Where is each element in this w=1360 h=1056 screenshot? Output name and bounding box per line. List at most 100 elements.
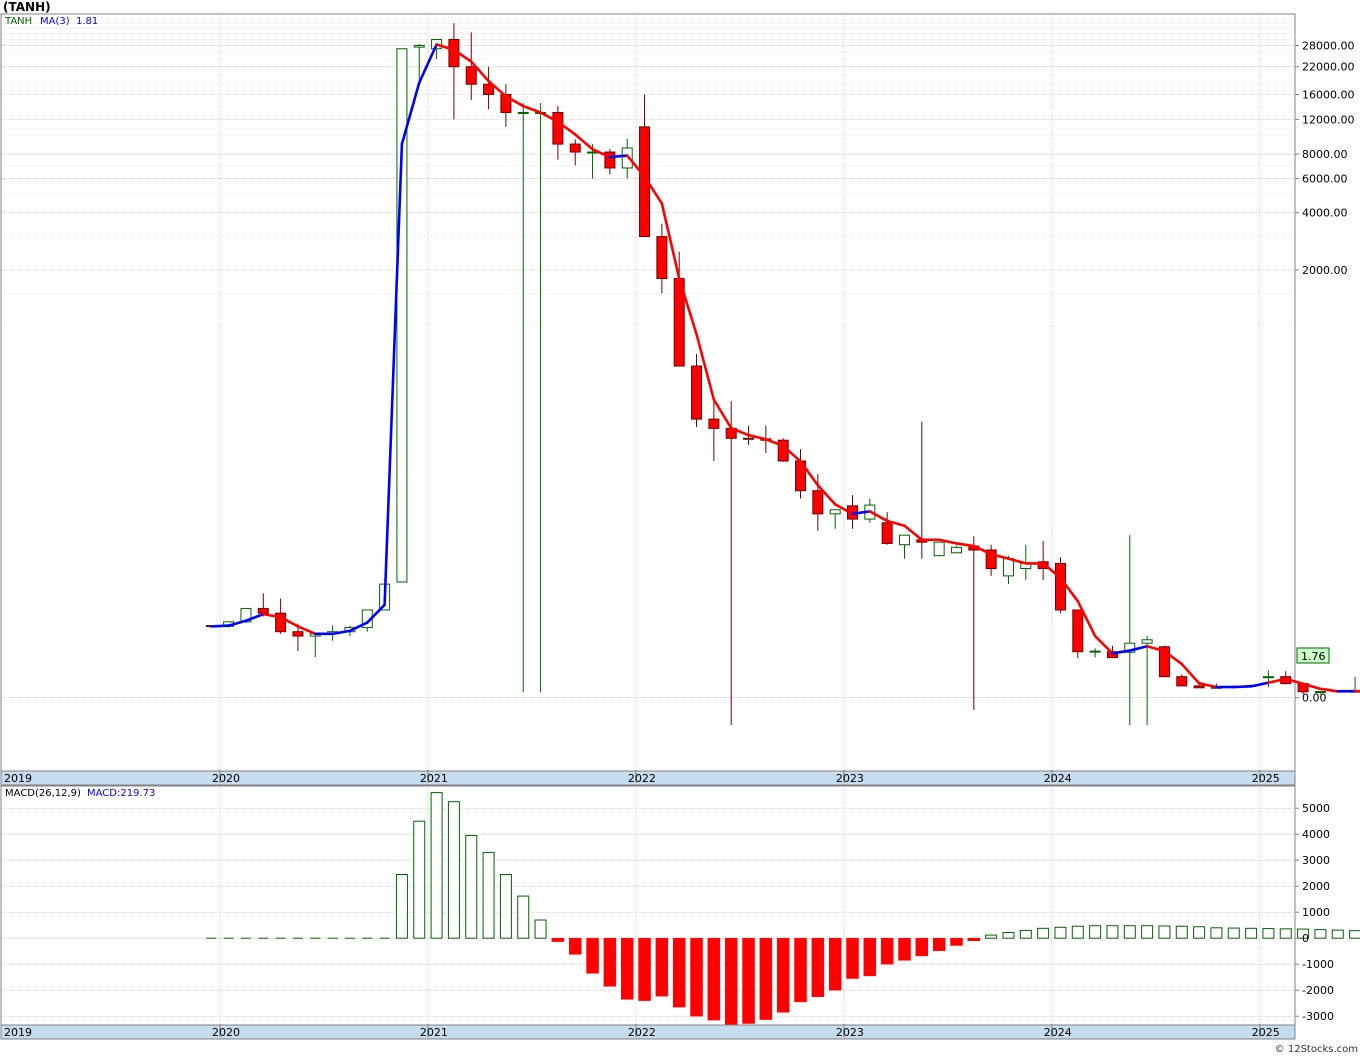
macd-bar [985, 934, 998, 939]
macd-bar [1262, 928, 1275, 939]
macd-bar [1054, 926, 1067, 939]
macd-bar [430, 792, 443, 939]
macd-bar [1106, 925, 1119, 939]
macd-bar [395, 874, 408, 939]
candle-body [292, 631, 304, 637]
candle-body [743, 437, 755, 440]
macd-bar [707, 937, 721, 1021]
price-tick-label: 6000.00 [1302, 173, 1348, 186]
macd-bar [950, 937, 963, 946]
candle-body [1141, 639, 1153, 644]
macd-tick-label: -3000 [1302, 1010, 1334, 1023]
price-tick-label: 0.00 [1302, 692, 1327, 705]
macd-tick-label: 0 [1302, 932, 1309, 945]
candle-body [413, 45, 425, 48]
candle-body [656, 236, 668, 280]
macd-bar [551, 937, 565, 942]
candle-body [1072, 609, 1084, 653]
ma-value: 1.81 [76, 16, 98, 27]
macd-bar [846, 937, 859, 979]
macd-bar [1089, 925, 1102, 939]
ma-segment [1232, 685, 1253, 689]
macd-bar [794, 937, 807, 1003]
macd-bar [620, 937, 634, 1000]
year-label: 2021 [420, 1026, 448, 1039]
candle-body [829, 509, 841, 515]
macd-bar [1331, 929, 1344, 939]
macd-label: MACD(26,12,9) [5, 788, 81, 799]
candle-body [881, 522, 893, 544]
candle-body [569, 143, 581, 153]
macd-bar [880, 937, 894, 965]
macd-bar [447, 801, 460, 939]
macd-bar [1071, 925, 1084, 939]
macd-bar [499, 874, 512, 939]
candle-body [552, 111, 564, 145]
candle-body [465, 66, 477, 85]
candle-body [1262, 676, 1274, 679]
candle-body [1193, 685, 1205, 689]
macd-bar [534, 919, 547, 939]
watermark: © 12Stocks.com [1275, 1044, 1358, 1055]
macd-bar [1002, 931, 1015, 939]
macd-tick-label: 5000 [1302, 802, 1330, 815]
year-label: 2022 [628, 772, 656, 785]
macd-bar [603, 937, 617, 987]
macd-tick-label: 1000 [1302, 906, 1330, 919]
macd-bar [465, 835, 478, 939]
macd-bar [932, 937, 946, 951]
macd-bar [672, 937, 686, 1008]
candle-body [691, 365, 703, 420]
year-label: 2022 [628, 1026, 656, 1039]
year-label: 2019 [4, 1026, 32, 1039]
candle-body [257, 607, 269, 614]
candle-body [1089, 650, 1101, 653]
price-tick-label: 28000.00 [1302, 40, 1355, 53]
year-label: 2024 [1044, 1026, 1072, 1039]
year-label: 2024 [1044, 772, 1072, 785]
macd-tick-label: 3000 [1302, 854, 1330, 867]
last-price-label: 1.76 [1301, 650, 1326, 663]
candle-body [1002, 558, 1014, 577]
year-label: 2025 [1252, 1026, 1280, 1039]
macd-tick-label: 2000 [1302, 880, 1330, 893]
macd-bar [724, 937, 738, 1026]
macd-bar [1210, 927, 1223, 939]
macd-bar [690, 937, 703, 1017]
ma-label: MA(3) [40, 16, 70, 27]
macd-bar [638, 937, 651, 1001]
price-y-axis: 28000.00 22000.00 16000.00 12000.00 8000.00 6… [1295, 40, 1355, 705]
macd-bar [915, 937, 929, 957]
year-label: 2021 [420, 772, 448, 785]
macd-y-axis: 5000 4000 3000 2000 1000 0 -1000 -2000 -3000 [1295, 802, 1334, 1023]
macd-bar [568, 937, 582, 955]
macd-bar [517, 895, 530, 939]
macd-bar [811, 937, 825, 997]
year-label: 2023 [836, 1026, 864, 1039]
macd-bar [1279, 928, 1292, 939]
macd-bar [828, 937, 842, 991]
price-tick-label: 8000.00 [1302, 148, 1348, 161]
year-label: 2020 [212, 772, 240, 785]
macd-bar [413, 820, 426, 939]
candle-body [898, 534, 910, 546]
candle-body [1176, 676, 1188, 687]
candle-body [933, 541, 945, 557]
price-tick-label: 22000.00 [1302, 61, 1355, 74]
macd-bar [759, 937, 773, 1020]
macd-bar [482, 851, 495, 939]
year-label: 2025 [1252, 772, 1280, 785]
macd-tick-label: 4000 [1302, 828, 1330, 841]
macd-bar [1158, 925, 1171, 939]
macd-bar [967, 937, 981, 942]
candle-body [1054, 562, 1066, 611]
ma-segment [608, 154, 629, 159]
chart-title: (TANH) [3, 0, 51, 14]
macd-bar [1175, 925, 1188, 939]
year-label: 2020 [212, 1026, 240, 1039]
macd-bar [1349, 930, 1360, 939]
ticker-label: TANH [4, 16, 32, 27]
macd-tick-label: -2000 [1302, 984, 1334, 997]
macd-bar [1227, 927, 1240, 939]
macd-bar [1037, 927, 1050, 939]
